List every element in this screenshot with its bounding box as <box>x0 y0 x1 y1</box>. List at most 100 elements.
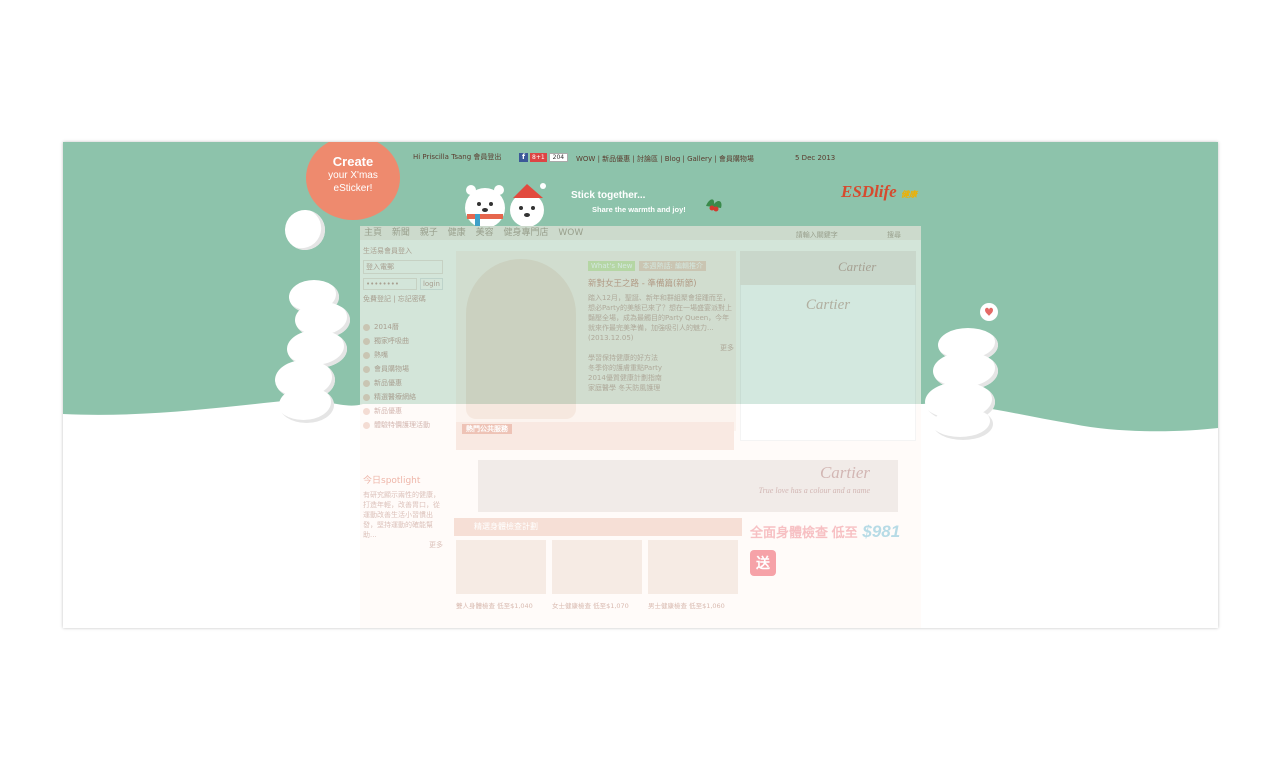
nav-beauty[interactable]: 美容 <box>476 228 494 238</box>
sidebar-icon <box>363 351 370 359</box>
link-gallery[interactable]: Gallery <box>687 155 712 163</box>
sidebar-label: 熱嘴 <box>374 351 388 359</box>
tagline-line1: Stick together... <box>571 190 646 201</box>
checkup-ad-badge: 送 <box>750 550 776 576</box>
feature-article: What's New 本週熱話: 編輯推介 新對女王之路 - 準備篇(新節) 踏… <box>456 251 736 431</box>
login-password-field[interactable]: •••••••• <box>363 278 417 290</box>
sidebar-item[interactable]: 2014曆 <box>363 322 443 332</box>
sidebar-label: 精選醫療網絡 <box>374 393 416 401</box>
nav-wow[interactable]: WOW <box>558 228 583 238</box>
search-button[interactable]: 搜尋 <box>887 231 901 239</box>
link-blog[interactable]: Blog <box>665 155 680 163</box>
spotlight-title: 今日spotlight <box>363 476 421 486</box>
sidebar-item[interactable]: 新品優惠 <box>363 406 443 416</box>
cartier-ad-top[interactable]: Cartier <box>740 251 916 285</box>
plan-captions: 雙人身體檢查 低至$1,040 女士健康檢查 低至$1,070 男士健康檢查 低… <box>456 600 738 610</box>
create-badge-line1: Create <box>332 154 374 169</box>
feature-item[interactable]: 學習保持健康的好方法 <box>588 353 734 363</box>
sidebar-menu: 2014曆 獨家呼吸曲 熱嘴 會員購物場 新品優惠 精選醫療網絡 新品優惠 體驗… <box>363 322 443 434</box>
google-plus-button[interactable]: 8+1 <box>530 153 547 162</box>
plan-caption[interactable]: 雙人身體檢查 低至$1,040 <box>456 600 546 610</box>
feature-date: (2013.12.05) <box>588 334 634 342</box>
feature-item[interactable]: 家庭醫學 冬天防風護理 <box>588 383 734 393</box>
sidebar-item[interactable]: 精選醫療網絡 <box>363 392 443 402</box>
plan-thumbnails <box>456 540 738 594</box>
login-links[interactable]: 免費登記 | 忘記密碼 <box>363 294 443 304</box>
sidebar-item[interactable]: 新品優惠 <box>363 378 443 388</box>
top-links: WOW | 新品優惠 | 討論區 | Blog | Gallery | 會員購物… <box>576 155 754 163</box>
banner-sub: True love has a colour and a name <box>758 486 870 495</box>
site-nav: 主頁 新聞 親子 健康 美容 健身專門店 WOW 請輸入關鍵字 搜尋 <box>360 226 921 240</box>
search-input[interactable]: 請輸入關鍵字 <box>796 231 838 239</box>
nav-fitness[interactable]: 健身專門店 <box>503 228 548 238</box>
whats-new-tag: What's New <box>588 261 636 271</box>
login-button[interactable]: login <box>419 278 443 290</box>
sidebar-icon <box>363 379 370 387</box>
tagline-line2: Share the warmth and joy! <box>592 205 686 214</box>
nav-news[interactable]: 新聞 <box>392 228 410 238</box>
member-greeting[interactable]: Hi Priscilla Tsang 會員登出 <box>413 152 501 162</box>
plan-thumb[interactable] <box>648 540 738 594</box>
sidebar-icon <box>363 323 370 331</box>
create-badge-line3: eSticker! <box>333 183 373 194</box>
spotlight-box: 今日spotlight 有研究顯示兩性的健康，打造年輕，改善胃口，從運動改善生活… <box>363 476 443 550</box>
model-photo <box>466 259 576 419</box>
sidebar-icon <box>363 337 370 345</box>
feature-text: What's New 本週熱話: 編輯推介 新對女王之路 - 準備篇(新節) 踏… <box>588 261 734 393</box>
website-preview: 主頁 新聞 親子 健康 美容 健身專門店 WOW 請輸入關鍵字 搜尋 生活易會員… <box>360 226 921 628</box>
sidebar-label: 獨家呼吸曲 <box>374 337 409 345</box>
polar-bear-left <box>279 387 334 423</box>
overlay-stage: Create your X'mas eSticker! Hi Priscilla… <box>63 142 1218 628</box>
sidebar-label: 新品優惠 <box>374 407 402 415</box>
feature-body: 踏入12月，聖誕、新年和群組聚會接踵而至，想必Party的美態已來了？想在一場盛… <box>588 294 732 332</box>
feature-more-link[interactable]: 更多 <box>588 343 734 353</box>
sidebar-icon <box>363 421 370 429</box>
feature-item[interactable]: 2014優質健康計劃指南 <box>588 373 734 383</box>
nav-parenting[interactable]: 親子 <box>420 228 438 238</box>
nav-health[interactable]: 健康 <box>448 228 466 238</box>
plan-thumb[interactable] <box>456 540 546 594</box>
share-count: 204 <box>548 153 569 162</box>
sidebar-label: 體驗特價護理活動 <box>374 421 430 429</box>
feature-item[interactable]: 冬季你的護膚重點Party <box>588 363 734 373</box>
feature-heading: 本週熱話: 編輯推介 <box>639 261 707 271</box>
logo-main: ESDlife <box>841 182 897 201</box>
polar-bears-illustration <box>465 183 546 226</box>
banner-title: Cartier <box>819 463 870 482</box>
logo-accent: 健康 <box>900 190 917 199</box>
hot-services-label: 熱門公共服務 <box>462 424 512 434</box>
checkup-ad[interactable]: 全面身體檢查 低至 $981 送 <box>750 522 918 622</box>
cartier-banner[interactable]: Cartier True love has a colour and a nam… <box>478 460 898 512</box>
heart-bubble-icon <box>980 303 998 321</box>
sidebar-label: 2014曆 <box>374 323 399 331</box>
sidebar-item[interactable]: 獨家呼吸曲 <box>363 336 443 346</box>
nav-home[interactable]: 主頁 <box>364 228 382 238</box>
create-badge-line2: your X'mas <box>328 170 378 181</box>
link-new-offers[interactable]: 新品優惠 <box>602 155 630 163</box>
esdlife-logo[interactable]: ESDlife 健康 <box>841 182 917 202</box>
christmas-tagline: Stick together... Share the warmth and j… <box>571 190 686 214</box>
link-member-shop[interactable]: 會員購物場 <box>719 155 754 163</box>
holly-icon <box>706 199 722 212</box>
sidebar-icon <box>363 407 370 415</box>
site-search: 請輸入關鍵字 搜尋 <box>796 228 908 242</box>
plan-caption[interactable]: 男士健康檢查 低至$1,060 <box>648 600 738 610</box>
checkup-ad-price: $981 <box>862 522 901 541</box>
plan-thumb[interactable] <box>552 540 642 594</box>
polar-bear-right <box>933 408 993 440</box>
sidebar-item[interactable]: 熱嘴 <box>363 350 443 360</box>
facebook-icon[interactable]: f <box>519 153 528 162</box>
checkup-plan-header: 精選身體檢查計劃 <box>454 518 742 536</box>
spotlight-body: 有研究顯示兩性的健康，打造年輕，改善胃口，從運動改善生活小習慣出發，堅持運動的確… <box>363 491 440 539</box>
feature-title[interactable]: 新對女王之路 - 準備篇(新節) <box>588 279 734 289</box>
sidebar-label: 會員購物場 <box>374 365 409 373</box>
link-wow[interactable]: WOW <box>576 155 595 163</box>
link-forum[interactable]: 討論區 <box>637 155 658 163</box>
sidebar-item[interactable]: 會員購物場 <box>363 364 443 374</box>
login-box: 生活易會員登入 登入電郵 •••••••• login 免費登記 | 忘記密碼 <box>363 246 443 308</box>
plan-caption[interactable]: 女士健康檢查 低至$1,070 <box>552 600 642 610</box>
login-email-field[interactable]: 登入電郵 <box>363 260 443 274</box>
spotlight-more-link[interactable]: 更多 <box>363 540 443 550</box>
current-date: 5 Dec 2013 <box>795 154 836 162</box>
sidebar-item[interactable]: 體驗特價護理活動 <box>363 420 443 430</box>
